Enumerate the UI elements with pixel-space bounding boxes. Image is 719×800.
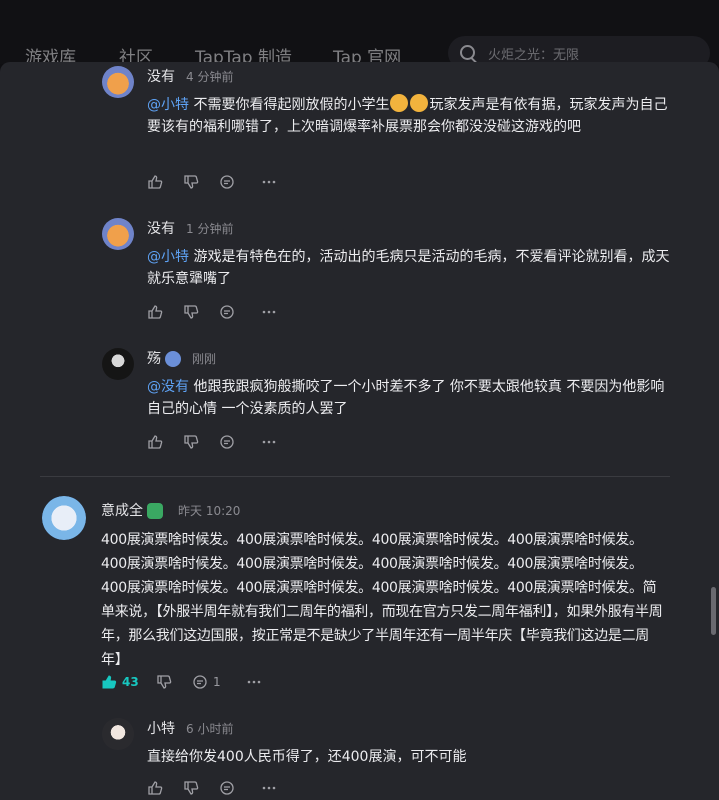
comment-actions	[147, 302, 287, 322]
game-badge-icon	[147, 503, 163, 519]
more-button[interactable]	[261, 778, 277, 798]
reply-count: 1	[213, 675, 221, 689]
comments-panel: 没有 4 分钟前 @小特 不需要你看得起刚放假的小学生 玩家发声是有依有据，玩家发…	[0, 62, 719, 800]
more-button[interactable]	[246, 672, 262, 692]
search-placeholder: 火炬之光：无限	[488, 48, 580, 63]
more-icon	[247, 680, 261, 684]
scrollbar[interactable]	[711, 587, 716, 635]
timestamp: 4 分钟前	[186, 70, 234, 84]
reply-icon	[220, 175, 234, 189]
dislike-button[interactable]	[183, 778, 199, 798]
reply-icon	[220, 435, 234, 449]
more-icon	[262, 440, 276, 444]
mention-link[interactable]: @小特	[147, 97, 189, 113]
reply-button[interactable]: 1	[192, 672, 221, 692]
username[interactable]: 没有	[147, 218, 175, 238]
comment-actions: 43 1	[101, 672, 271, 692]
reply-icon	[220, 781, 234, 795]
avatar[interactable]	[102, 66, 134, 98]
more-icon	[262, 786, 276, 790]
timestamp: 昨天 10:20	[178, 504, 241, 518]
more-icon	[262, 310, 276, 314]
mention-link[interactable]: @没有	[147, 379, 189, 395]
more-button[interactable]	[261, 172, 277, 192]
comment-actions	[147, 432, 287, 452]
comment-text: @没有 他跟我跟疯狗般撕咬了一个小时差不多了 你不要太跟他较真 不要因为他影响自…	[147, 379, 665, 417]
like-button[interactable]	[147, 302, 163, 322]
thumbs-up-icon	[148, 435, 163, 449]
avatar[interactable]	[42, 496, 86, 540]
comment-text: 直接给你发400人民币得了，还400展演，可不可能	[147, 749, 467, 765]
avatar[interactable]	[102, 718, 134, 750]
avatar[interactable]	[102, 218, 134, 250]
verified-badge-icon	[165, 351, 181, 367]
dislike-button[interactable]	[183, 172, 199, 192]
timestamp: 1 分钟前	[186, 222, 234, 236]
username[interactable]: 殇	[147, 348, 181, 368]
thumbs-up-icon	[148, 175, 163, 189]
comment-text: 400展演票啥时候发。400展演票啥时候发。400展演票啥时候发。400展演票啥…	[101, 532, 663, 668]
avatar[interactable]	[102, 348, 134, 380]
thumbs-down-icon	[184, 781, 199, 795]
reply-button[interactable]	[219, 778, 235, 798]
thumbs-down-icon	[184, 175, 199, 189]
like-button[interactable]: 43	[101, 672, 139, 692]
thumbs-up-icon	[148, 305, 163, 319]
timestamp: 刚刚	[192, 352, 217, 366]
search-icon	[460, 45, 475, 60]
dislike-button[interactable]	[183, 302, 199, 322]
like-button[interactable]	[147, 432, 163, 452]
username[interactable]: 小特	[147, 718, 175, 738]
reply-button[interactable]	[219, 302, 235, 322]
dislike-button[interactable]	[183, 432, 199, 452]
mention-link[interactable]: @小特	[147, 249, 189, 265]
reply-button[interactable]	[219, 432, 235, 452]
more-icon	[262, 180, 276, 184]
thumbs-down-icon	[184, 435, 199, 449]
dislike-button[interactable]	[156, 672, 172, 692]
top-navigation: 游戏库 社区 TapTap 制造 Tap 官网 火炬之光：无限	[0, 0, 719, 70]
emoji-icon	[390, 94, 409, 112]
reply-icon	[193, 675, 207, 689]
comment-actions	[147, 778, 287, 798]
thumbs-down-icon	[157, 675, 172, 689]
reply-button[interactable]	[219, 172, 235, 192]
thumbs-down-icon	[184, 305, 199, 319]
username[interactable]: 意成全	[101, 500, 163, 520]
reply-icon	[220, 305, 234, 319]
emoji-icon	[410, 94, 429, 112]
like-button[interactable]	[147, 778, 163, 798]
timestamp: 6 小时前	[186, 722, 234, 736]
more-button[interactable]	[261, 302, 277, 322]
comment-text: @小特 不需要你看得起刚放假的小学生 玩家发声是有依有据，玩家发声为自己要该有的福…	[147, 94, 672, 138]
like-button[interactable]	[147, 172, 163, 192]
comment-actions	[147, 172, 287, 192]
thumbs-up-icon	[148, 781, 163, 795]
divider	[40, 476, 670, 477]
like-count: 43	[122, 675, 139, 689]
username[interactable]: 没有	[147, 66, 175, 86]
more-button[interactable]	[261, 432, 277, 452]
comment-text: @小特 游戏是有特色在的，活动出的毛病只是活动的毛病，不爱看评论就别看，成天就乐…	[147, 249, 670, 287]
thumbs-up-icon	[102, 675, 117, 689]
